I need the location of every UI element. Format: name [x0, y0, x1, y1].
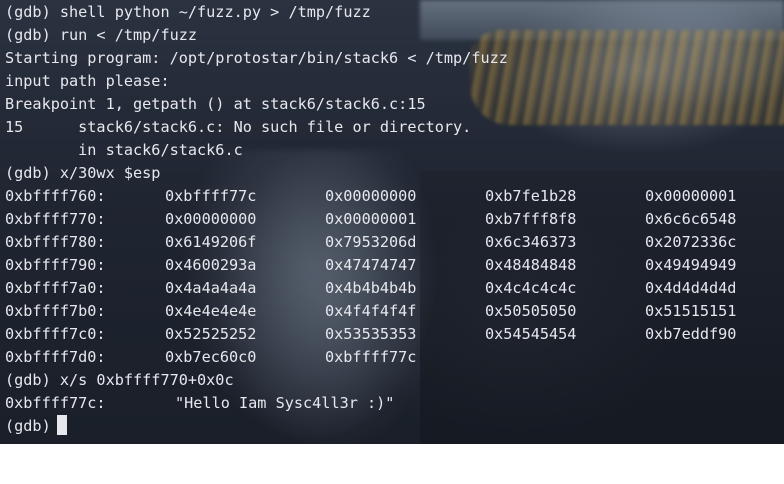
- memory-row: 0xbffff770: 0x00000000 0x00000001 0xb7ff…: [0, 208, 784, 231]
- memory-address: 0xbffff7d0:: [5, 348, 106, 366]
- memory-word: 0x4c4c4c4c: [485, 279, 577, 297]
- memory-word: 0x6c6c6548: [645, 210, 737, 228]
- memory-word: 0x52525252: [165, 325, 257, 343]
- terminal-line: Starting program: /opt/protostar/bin/sta…: [5, 49, 508, 67]
- memory-word: 0x00000000: [325, 187, 417, 205]
- memory-word: 0x4f4f4f4f: [325, 302, 417, 320]
- memory-word: 0x6c346373: [485, 233, 577, 251]
- memory-word: 0x4d4d4d4d: [645, 279, 737, 297]
- memory-row: 0xbffff7d0: 0xb7ec60c0 0xbffff77c: [0, 346, 784, 369]
- memory-word: 0xb7eddf90: [645, 325, 737, 343]
- string-address: 0xbffff77c:: [5, 394, 106, 412]
- memory-word: 0x6149206f: [165, 233, 257, 251]
- string-output-row: 0xbffff77c: "Hello Iam Sysc4ll3r :)": [0, 392, 784, 415]
- terminal-line: (gdb) x/s 0xbffff770+0x0c: [5, 371, 234, 389]
- memory-word: 0x4600293a: [165, 256, 257, 274]
- memory-word: 0x54545454: [485, 325, 577, 343]
- memory-word: 0x51515151: [645, 302, 737, 320]
- gdb-terminal[interactable]: (gdb) shell python ~/fuzz.py > /tmp/fuzz…: [0, 0, 784, 444]
- memory-address: 0xbffff790:: [5, 256, 106, 274]
- terminal-line: (gdb) shell python ~/fuzz.py > /tmp/fuzz: [5, 3, 371, 21]
- memory-word: 0x48484848: [485, 256, 577, 274]
- memory-row: 0xbffff760: 0xbffff77c 0x00000000 0xb7fe…: [0, 185, 784, 208]
- memory-row: 0xbffff7b0: 0x4e4e4e4e 0x4f4f4f4f 0x5050…: [0, 300, 784, 323]
- memory-address: 0xbffff7c0:: [5, 325, 106, 343]
- memory-word: 0x49494949: [645, 256, 737, 274]
- terminal-line: in stack6/stack6.c: [5, 141, 243, 159]
- memory-row: 0xbffff7c0: 0x52525252 0x53535353 0x5454…: [0, 323, 784, 346]
- memory-word: 0x4b4b4b4b: [325, 279, 417, 297]
- memory-word: 0xb7fff8f8: [485, 210, 577, 228]
- memory-word: 0x4e4e4e4e: [165, 302, 257, 320]
- memory-row: 0xbffff780: 0x6149206f 0x7953206d 0x6c34…: [0, 231, 784, 254]
- memory-word: 0x2072336c: [645, 233, 737, 251]
- memory-word: 0xb7ec60c0: [165, 348, 257, 366]
- memory-address: 0xbffff760:: [5, 187, 106, 205]
- memory-word: 0x47474747: [325, 256, 417, 274]
- memory-word: 0x00000001: [325, 210, 417, 228]
- terminal-line: (gdb) x/30wx $esp: [5, 164, 161, 182]
- memory-word: 0xbffff77c: [165, 187, 257, 205]
- memory-word: 0x00000001: [645, 187, 737, 205]
- memory-address: 0xbffff780:: [5, 233, 106, 251]
- memory-word: 0xb7fe1b28: [485, 187, 577, 205]
- prompt-line[interactable]: (gdb): [0, 415, 784, 438]
- memory-word: 0x4a4a4a4a: [165, 279, 257, 297]
- memory-word: 0x7953206d: [325, 233, 417, 251]
- memory-address: 0xbffff7a0:: [5, 279, 106, 297]
- string-value: "Hello Iam Sysc4ll3r :)": [175, 394, 395, 412]
- memory-address: 0xbffff770:: [5, 210, 106, 228]
- memory-word: 0x00000000: [165, 210, 257, 228]
- terminal-line: Breakpoint 1, getpath () at stack6/stack…: [5, 95, 426, 113]
- gdb-prompt: (gdb): [5, 417, 51, 435]
- terminal-line: input path please:: [5, 72, 170, 90]
- memory-word: 0xbffff77c: [325, 348, 417, 366]
- terminal-line: 15 stack6/stack6.c: No such file or dire…: [5, 118, 472, 136]
- memory-row: 0xbffff790: 0x4600293a 0x47474747 0x4848…: [0, 254, 784, 277]
- memory-word: 0x53535353: [325, 325, 417, 343]
- terminal-line: (gdb) run < /tmp/fuzz: [5, 26, 198, 44]
- memory-word: 0x50505050: [485, 302, 577, 320]
- memory-row: 0xbffff7a0: 0x4a4a4a4a 0x4b4b4b4b 0x4c4c…: [0, 277, 784, 300]
- memory-address: 0xbffff7b0:: [5, 302, 106, 320]
- text-cursor: [56, 415, 67, 435]
